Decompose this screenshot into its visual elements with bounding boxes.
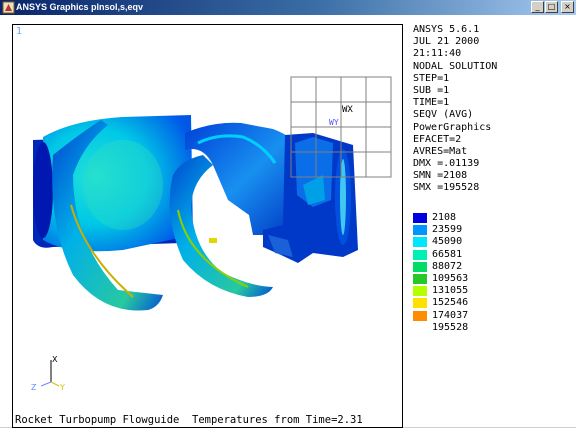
legend-value: 23599 xyxy=(432,224,463,236)
info-line: SMX =195528 xyxy=(413,182,480,194)
legend-swatch xyxy=(413,298,427,309)
plot-caption: Rocket Turbopump Flowguide Temperatures … xyxy=(15,414,363,426)
info-line: EFACET=2 xyxy=(413,133,462,145)
legend-value: 174037 xyxy=(432,309,469,321)
title-bar: ANSYS Graphics plnsol,s,eqv _ □ × xyxy=(0,0,576,15)
legend-swatch xyxy=(413,310,427,321)
ansys-app-icon[interactable] xyxy=(2,1,15,14)
maximize-button[interactable]: □ xyxy=(545,1,558,13)
close-button[interactable]: × xyxy=(561,1,574,13)
legend-value: 2108 xyxy=(432,212,457,223)
legend-value: 88072 xyxy=(432,260,463,272)
legend-value: 109563 xyxy=(432,272,469,284)
coordinate-triad: X Z Y xyxy=(31,355,65,392)
legend-swatch xyxy=(413,286,427,297)
legend-swatch xyxy=(413,261,427,272)
info-line: AVRES=Mat xyxy=(413,145,468,157)
info-line: SUB =1 xyxy=(413,84,450,96)
info-line: DMX =.01139 xyxy=(413,158,480,170)
info-line: SEQV (AVG) xyxy=(413,109,474,121)
workplane-label-wx: WX xyxy=(342,105,353,115)
info-line: NODAL SOLUTION xyxy=(413,60,498,72)
legend-value: 195528 xyxy=(432,321,469,333)
legend-swatch xyxy=(413,273,427,284)
info-line: SMN =2108 xyxy=(413,170,468,182)
solution-info-panel: ANSYS 5.6.1 JUL 21 2000 21:11:40 NODAL SOLU… xyxy=(413,24,573,195)
triad-z-label: Z xyxy=(31,383,37,392)
legend-value: 131055 xyxy=(432,285,469,297)
turbopump-flowguide-model: WX WY xyxy=(33,76,392,311)
triad-y-label: Y xyxy=(59,383,65,392)
legend-swatch xyxy=(413,237,427,248)
triad-x-label: X xyxy=(52,355,58,364)
window-body: 1 WX WY X Z Y Rocket Turbopump Flowguide… xyxy=(0,15,576,428)
legend-swatch xyxy=(413,213,427,223)
legend-value: 152546 xyxy=(432,297,469,309)
info-line: JUL 21 2000 xyxy=(413,36,480,48)
info-line: ANSYS 5.6.1 xyxy=(413,24,480,35)
legend-swatch xyxy=(413,249,427,260)
info-line: TIME=1 xyxy=(413,97,450,109)
info-line: 21:11:40 xyxy=(413,48,462,60)
info-line: STEP=1 xyxy=(413,72,450,84)
legend-value: 45090 xyxy=(432,236,463,248)
flowguide-mesh xyxy=(33,115,358,311)
window-title: ANSYS Graphics plnsol,s,eqv xyxy=(16,2,144,12)
workplane-label-wy: WY xyxy=(329,118,339,127)
minimize-button[interactable]: _ xyxy=(531,1,544,13)
legend-value: 66581 xyxy=(432,248,463,260)
legend-swatch xyxy=(413,225,427,236)
info-line: PowerGraphics xyxy=(413,121,492,133)
graphics-viewport[interactable]: 1 WX WY X Z Y Rocket Turbopump Flowguide… xyxy=(12,24,403,428)
